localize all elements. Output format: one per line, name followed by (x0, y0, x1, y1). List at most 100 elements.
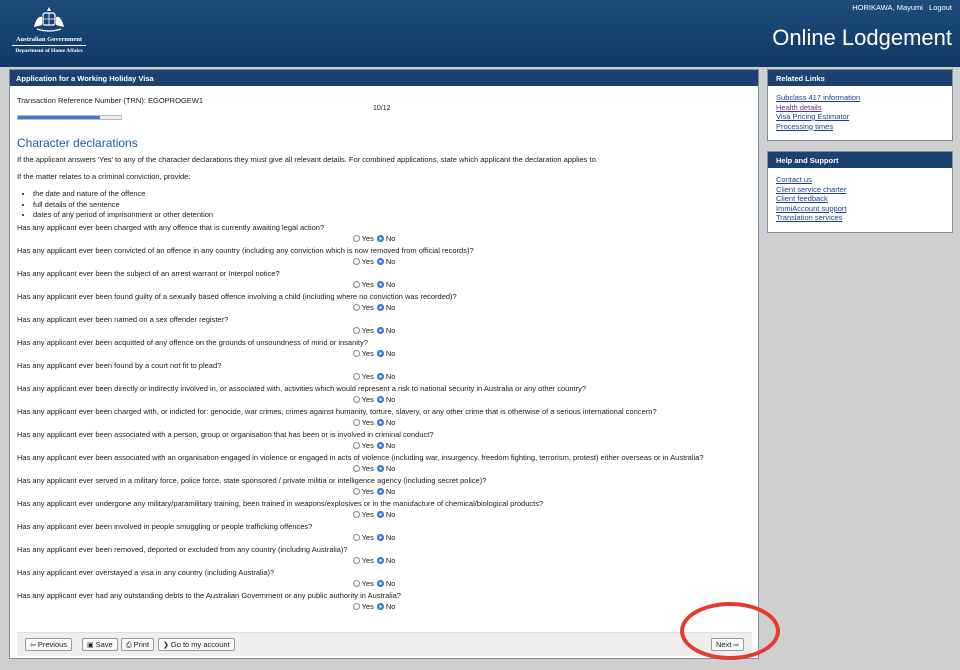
crest-divider (12, 45, 86, 46)
user-name[interactable]: HORIKAWA, Mayumi (852, 3, 923, 12)
sidebar-link[interactable]: Translation services (776, 213, 842, 222)
question-text: Has any applicant ever been charged with… (17, 407, 657, 416)
no-radio[interactable] (376, 465, 384, 472)
go-to-account-button[interactable]: ❯ Go to my account (158, 638, 235, 651)
question-row: Has any applicant ever been associated w… (17, 430, 729, 453)
character-questions: Has any applicant ever been charged with… (17, 223, 729, 614)
no-label: No (385, 510, 396, 519)
no-radio[interactable] (376, 281, 384, 288)
no-radio[interactable] (376, 373, 384, 380)
yes-radio[interactable] (352, 534, 360, 541)
transaction-reference: Transaction Reference Number (TRN): EGOP… (17, 96, 204, 105)
question-row: Has any applicant ever been found guilty… (17, 292, 729, 315)
yes-radio[interactable] (352, 557, 360, 564)
answer-group: Yes No (17, 278, 729, 292)
no-radio[interactable] (376, 258, 384, 265)
printer-icon: ⎙ (126, 642, 132, 649)
previous-button[interactable]: ⇦ Previous (25, 638, 73, 651)
yes-label: Yes (361, 464, 374, 473)
no-label: No (385, 303, 396, 312)
question-text: Has any applicant ever been involved in … (17, 522, 313, 531)
no-radio[interactable] (376, 327, 384, 334)
no-radio[interactable] (376, 396, 384, 403)
no-radio[interactable] (376, 580, 384, 587)
yes-radio[interactable] (352, 396, 360, 403)
sidebar-link[interactable]: Processing times (776, 122, 833, 131)
yes-radio[interactable] (352, 442, 360, 449)
sidebar-link[interactable]: Health details (776, 103, 821, 112)
yes-radio[interactable] (352, 304, 360, 311)
no-radio[interactable] (376, 304, 384, 311)
answer-group: Yes No (17, 531, 729, 545)
question-row: Has any applicant ever been associated w… (17, 453, 729, 476)
yes-label: Yes (361, 418, 374, 427)
question-text: Has any applicant ever been associated w… (17, 430, 434, 439)
list-item: Client feedback (776, 194, 944, 204)
no-radio[interactable] (376, 235, 384, 242)
yes-label: Yes (361, 556, 374, 565)
no-label: No (385, 533, 396, 542)
yes-radio[interactable] (352, 327, 360, 334)
yes-radio[interactable] (352, 511, 360, 518)
list-item: the date and nature of the offence (33, 189, 213, 198)
conviction-details-list: the date and nature of the offence full … (33, 189, 213, 221)
no-radio[interactable] (376, 350, 384, 357)
related-links-list: Subclass 417 information Health details Vi… (768, 86, 952, 137)
sidebar-link[interactable]: ImmiAccount support (776, 204, 846, 213)
yes-radio[interactable] (352, 419, 360, 426)
sidebar-link[interactable]: Client feedback (776, 194, 828, 203)
answer-group: Yes No (17, 324, 729, 338)
no-radio[interactable] (376, 557, 384, 564)
yes-radio[interactable] (352, 373, 360, 380)
no-radio[interactable] (376, 419, 384, 426)
question-row: Has any applicant ever been acquitted of… (17, 338, 729, 361)
sidebar-link[interactable]: Visa Pricing Estimator (776, 112, 849, 121)
sidebar-link[interactable]: Client service charter (776, 185, 846, 194)
no-label: No (385, 372, 396, 381)
yes-label: Yes (361, 441, 374, 450)
help-support-heading: Help and Support (768, 152, 952, 168)
no-radio[interactable] (376, 603, 384, 610)
arrow-left-icon: ⇦ (30, 642, 36, 649)
answer-group: Yes No (17, 232, 729, 246)
sidebar-link[interactable]: Contact us (776, 175, 812, 184)
list-item: Translation services (776, 213, 944, 223)
save-button[interactable]: ▣ Save (82, 638, 118, 651)
answer-group: Yes No (17, 577, 729, 591)
answer-group: Yes No (17, 485, 729, 499)
print-button[interactable]: ⎙ Print (121, 638, 155, 651)
yes-label: Yes (361, 510, 374, 519)
government-name: Australian Government (15, 36, 83, 43)
answer-group: Yes No (17, 370, 729, 384)
progress-bar (17, 115, 122, 120)
yes-radio[interactable] (352, 580, 360, 587)
answer-group: Yes No (17, 439, 729, 453)
sidebar-link[interactable]: Subclass 417 information (776, 93, 860, 102)
list-item: Client service charter (776, 185, 944, 195)
yes-radio[interactable] (352, 488, 360, 495)
no-radio[interactable] (376, 511, 384, 518)
yes-radio[interactable] (352, 258, 360, 265)
logout-link[interactable]: Logout (929, 3, 952, 12)
question-row: Has any applicant ever been involved in … (17, 522, 729, 545)
application-heading: Application for a Working Holiday Visa (10, 70, 758, 86)
no-label: No (385, 487, 396, 496)
navigation-bar: ⇦ Previous ▣ Save ⎙ Print ❯ Go to my account… (17, 632, 752, 656)
yes-radio[interactable] (352, 350, 360, 357)
floppy-disk-icon: ▣ (87, 642, 94, 649)
government-crest: Australian Government Department of Home… (8, 5, 90, 54)
help-links-list: Contact us Client service charter Client f… (768, 168, 952, 229)
page-indicator: 10/12 (373, 105, 391, 112)
no-radio[interactable] (376, 488, 384, 495)
question-text: Has any applicant ever served in a milit… (17, 476, 487, 485)
yes-radio[interactable] (352, 235, 360, 242)
yes-radio[interactable] (352, 603, 360, 610)
yes-radio[interactable] (352, 281, 360, 288)
yes-radio[interactable] (352, 465, 360, 472)
question-text: Has any applicant ever been associated w… (17, 453, 704, 462)
question-text: Has any applicant ever been found by a c… (17, 361, 222, 370)
no-radio[interactable] (376, 534, 384, 541)
answer-group: Yes No (17, 255, 729, 269)
coat-of-arms-icon (34, 7, 64, 32)
no-radio[interactable] (376, 442, 384, 449)
